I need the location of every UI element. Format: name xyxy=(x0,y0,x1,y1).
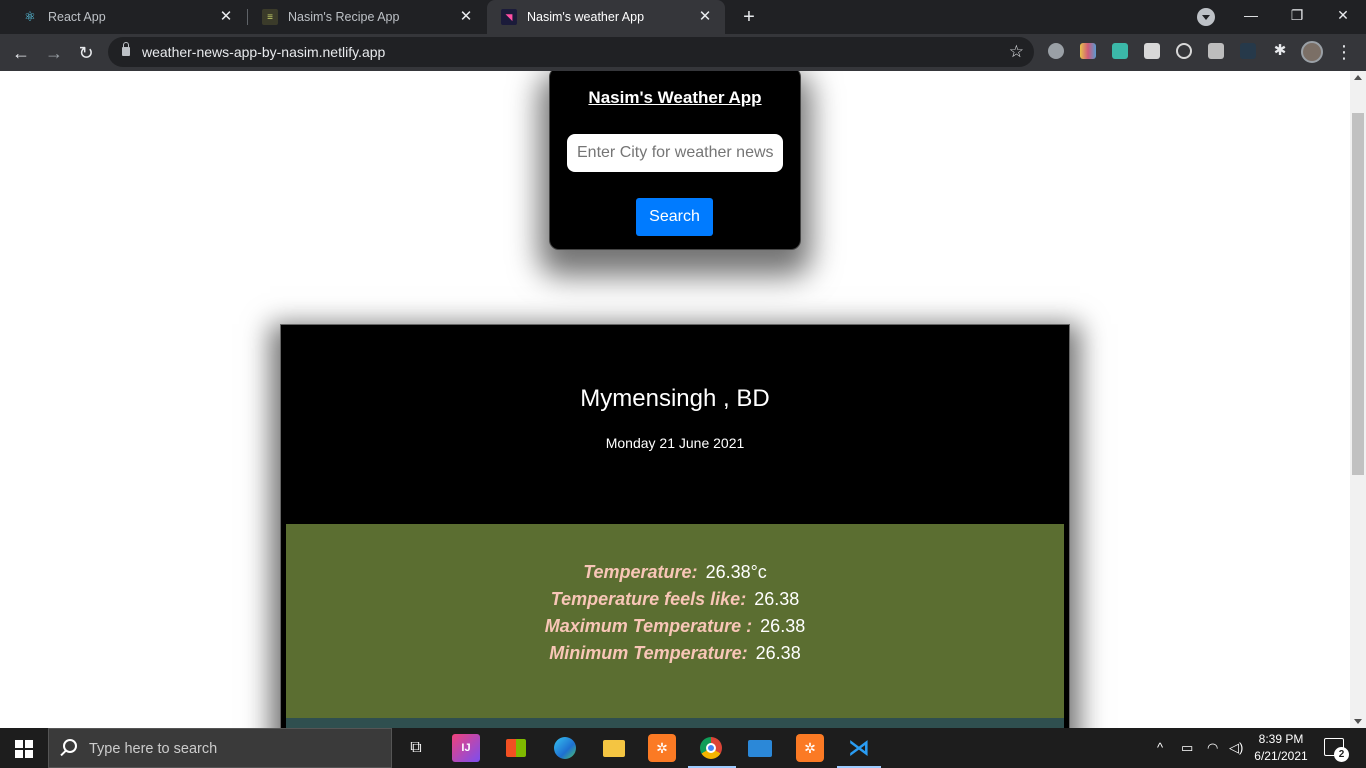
chrome-icon[interactable] xyxy=(697,734,725,762)
extension-icon[interactable] xyxy=(1176,43,1192,59)
back-icon[interactable]: ← xyxy=(7,39,35,67)
windows-start-icon[interactable] xyxy=(15,740,33,758)
weather-card: Mymensingh , BD Monday 21 June 2021 Temp… xyxy=(280,324,1070,728)
task-view-icon[interactable]: ⧉ xyxy=(402,734,430,762)
file-explorer-icon[interactable] xyxy=(600,734,628,762)
app-title: Nasim's Weather App xyxy=(588,88,762,107)
close-icon[interactable]: ✕ xyxy=(218,9,234,25)
extension-icon[interactable] xyxy=(1080,43,1096,59)
scroll-up-icon[interactable] xyxy=(1354,75,1362,80)
close-icon[interactable]: ✕ xyxy=(458,9,474,25)
restore-icon[interactable]: ❐ xyxy=(1274,0,1320,30)
close-icon[interactable]: ✕ xyxy=(697,9,713,25)
date-text: Monday 21 June 2021 xyxy=(605,435,745,451)
browser-tab-strip: ⚛ React App ✕ ≡ Nasim's Recipe App ✕ ◥ N… xyxy=(0,0,1366,34)
temperature-panel: Temperature: 26.38°c Temperature feels li… xyxy=(286,524,1064,718)
new-tab-button[interactable]: + xyxy=(736,4,762,30)
search-card: Nasim's Weather App Search xyxy=(549,71,801,250)
minimize-icon[interactable]: — xyxy=(1228,0,1274,30)
temperature-value: 26.38°c xyxy=(705,562,767,582)
max-temperature-row: Maximum Temperature : 26.38 xyxy=(286,616,1064,637)
feels-like-label: Temperature feels like: xyxy=(550,589,747,609)
details-panel xyxy=(286,718,1064,728)
battery-icon[interactable]: ▭ xyxy=(1181,740,1193,756)
recipe-icon: ≡ xyxy=(262,9,278,25)
location-title: Mymensingh , BD xyxy=(580,385,770,412)
temperature-label: Temperature: xyxy=(583,562,698,582)
bookmark-star-icon[interactable]: ☆ xyxy=(1009,42,1024,62)
volume-icon[interactable]: ◁) xyxy=(1229,740,1243,756)
reload-icon[interactable]: ↻ xyxy=(72,39,100,67)
search-button[interactable]: Search xyxy=(636,198,713,236)
tab-react-app[interactable]: ⚛ React App ✕ xyxy=(8,0,246,34)
extension-icon[interactable] xyxy=(1144,43,1160,59)
tab-weather-app[interactable]: ◥ Nasim's weather App ✕ xyxy=(487,0,725,34)
weather-icon: ◥ xyxy=(501,9,517,25)
address-bar[interactable]: weather-news-app-by-nasim.netlify.app ☆ xyxy=(108,37,1034,67)
page-viewport: Nasim's Weather App Search Mymensingh , … xyxy=(0,71,1350,728)
browser-toolbar: ← → ↻ weather-news-app-by-nasim.netlify.… xyxy=(0,34,1366,71)
max-temperature-value: 26.38 xyxy=(760,616,806,636)
vscode-icon[interactable]: ⋊ xyxy=(845,734,873,762)
min-temperature-label: Minimum Temperature: xyxy=(549,643,748,663)
clock-time: 8:39 PM xyxy=(1258,732,1304,746)
react-icon: ⚛ xyxy=(24,9,36,24)
extension-icon[interactable] xyxy=(1048,43,1064,59)
profile-avatar[interactable] xyxy=(1301,41,1323,63)
notification-count-badge: 2 xyxy=(1334,747,1349,762)
tab-title: React App xyxy=(48,10,106,24)
browser-menu-icon[interactable]: ⋮ xyxy=(1335,40,1353,64)
max-temperature-label: Maximum Temperature : xyxy=(544,616,753,636)
tab-recipe-app[interactable]: ≡ Nasim's Recipe App ✕ xyxy=(248,0,486,34)
min-temperature-row: Minimum Temperature: 26.38 xyxy=(286,643,1064,664)
window-close-icon[interactable]: ✕ xyxy=(1320,0,1366,30)
xampp-icon[interactable]: ✲ xyxy=(796,734,824,762)
feels-like-row: Temperature feels like: 26.38 xyxy=(286,589,1064,610)
city-search-input[interactable] xyxy=(567,134,783,172)
url-text[interactable]: weather-news-app-by-nasim.netlify.app xyxy=(142,44,385,60)
page-scrollbar[interactable] xyxy=(1350,71,1366,728)
tray-overflow-icon[interactable]: ^ xyxy=(1157,740,1163,755)
tab-title: Nasim's weather App xyxy=(527,10,645,24)
taskbar-search-placeholder: Type here to search xyxy=(89,741,218,757)
wifi-icon[interactable]: ◠ xyxy=(1207,740,1218,756)
puzzle-extensions-icon[interactable]: ✱ xyxy=(1272,43,1288,59)
tab-search-icon[interactable] xyxy=(1197,8,1215,26)
edge-icon[interactable] xyxy=(551,734,579,762)
search-icon xyxy=(63,739,77,753)
feels-like-value: 26.38 xyxy=(754,589,800,609)
taskbar-search-box[interactable]: Type here to search xyxy=(48,728,392,768)
lock-icon[interactable] xyxy=(122,42,130,56)
tab-title: Nasim's Recipe App xyxy=(288,10,400,24)
extension-icon[interactable] xyxy=(1240,43,1256,59)
scroll-down-icon[interactable] xyxy=(1354,719,1362,724)
intellij-icon[interactable]: IJ xyxy=(452,734,480,762)
xampp-icon[interactable]: ✲ xyxy=(648,734,676,762)
taskbar-clock[interactable]: 8:39 PM 6/21/2021 xyxy=(1252,731,1310,765)
min-temperature-value: 26.38 xyxy=(755,643,801,663)
store-icon[interactable] xyxy=(502,734,530,762)
camera-extension-icon[interactable] xyxy=(1208,43,1224,59)
forward-icon[interactable]: → xyxy=(40,39,68,67)
temperature-row: Temperature: 26.38°c xyxy=(286,562,1064,583)
clock-date: 6/21/2021 xyxy=(1254,749,1308,763)
mail-icon[interactable] xyxy=(746,734,774,762)
scroll-thumb[interactable] xyxy=(1352,113,1364,475)
extension-icon[interactable] xyxy=(1112,43,1128,59)
windows-taskbar: Type here to search ⧉ IJ ✲ ✲ ⋊ ^ ▭ ◠ ◁) … xyxy=(0,728,1366,768)
